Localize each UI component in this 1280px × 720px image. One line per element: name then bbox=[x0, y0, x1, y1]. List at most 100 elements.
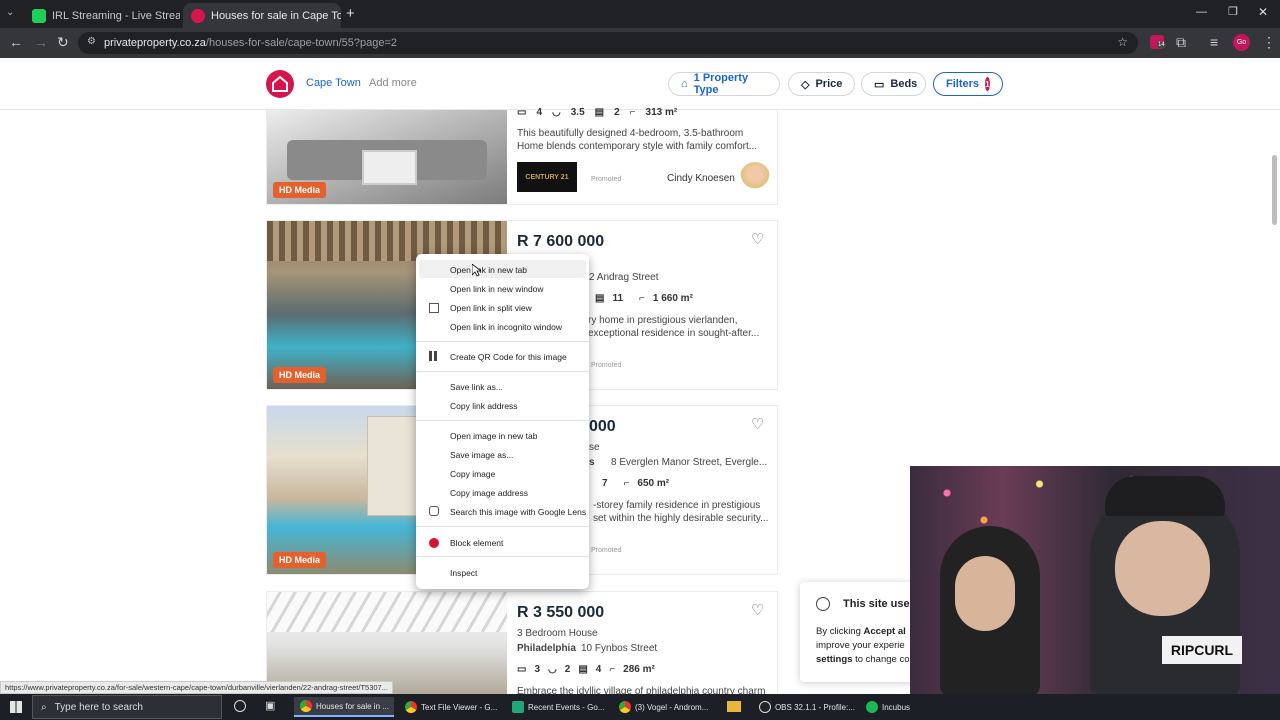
agent-avatar[interactable] bbox=[740, 162, 770, 192]
taskbar-search-box[interactable]: ⌕ Type here to search bbox=[32, 695, 222, 719]
agent-name[interactable]: Cindy Knoesen bbox=[667, 173, 735, 184]
taskbar-item-vogel[interactable]: (3) Vogel - Androm... bbox=[615, 697, 715, 717]
chrome-menu-icon[interactable]: ⋮ bbox=[1262, 34, 1276, 51]
menu-save-image-as[interactable]: Save image as... bbox=[450, 450, 513, 460]
url-host: privateproperty.co.za bbox=[104, 37, 206, 49]
reload-icon[interactable]: ↻ bbox=[57, 34, 69, 51]
site-info-icon[interactable]: ⚙ bbox=[87, 36, 96, 47]
menu-open-image-new-tab[interactable]: Open image in new tab bbox=[450, 431, 537, 441]
taskbar-item-text-viewer[interactable]: Text File Viewer - G... bbox=[401, 697, 501, 717]
tab-irl-streaming[interactable]: IRL Streaming - Live Streams on ✕ bbox=[24, 3, 180, 28]
taskbar-item-chrome[interactable]: Houses for sale in ... bbox=[294, 697, 394, 717]
menu-block-element[interactable]: Block element bbox=[450, 538, 503, 548]
favourite-heart-icon[interactable]: ♡ bbox=[751, 415, 764, 433]
task-view-icon[interactable]: ▣ bbox=[265, 699, 275, 712]
menu-copy-image[interactable]: Copy image bbox=[450, 469, 495, 479]
menu-open-link-new-tab[interactable]: Open link in new tab bbox=[450, 265, 527, 275]
listing-card[interactable]: HD Media ▭ 4 ◡ 3.5 ▤ 2 ⌐ 313 m² This beautif… bbox=[266, 107, 778, 205]
listing-price[interactable]: R 3 550 000 bbox=[517, 604, 604, 622]
cookie-text-line1: By clicking Accept al bbox=[816, 626, 906, 637]
new-tab-icon[interactable]: + bbox=[346, 5, 355, 22]
menu-save-link-as[interactable]: Save link as... bbox=[450, 382, 503, 392]
minimize-icon[interactable]: — bbox=[1196, 6, 1207, 18]
price-filter[interactable]: ◇ Price bbox=[788, 72, 855, 96]
menu-copy-image-address[interactable]: Copy image address bbox=[450, 488, 528, 498]
menu-open-link-incognito[interactable]: Open link in incognito window bbox=[450, 322, 562, 332]
favourite-heart-icon[interactable]: ♡ bbox=[751, 230, 764, 248]
favourite-heart-icon[interactable]: ♡ bbox=[751, 601, 764, 619]
listing-photo[interactable]: HD Media bbox=[267, 110, 507, 204]
page-scrollbar[interactable] bbox=[1272, 155, 1277, 225]
close-window-icon[interactable]: ✕ bbox=[1258, 5, 1268, 19]
house-logo-icon bbox=[272, 76, 288, 92]
cookie-banner: This site use By clicking Accept al impr… bbox=[800, 582, 920, 682]
menu-create-qr-code[interactable]: Create QR Code for this image bbox=[450, 352, 567, 362]
qr-code-icon bbox=[429, 351, 439, 361]
cortana-icon[interactable] bbox=[234, 700, 246, 712]
split-view-icon bbox=[429, 303, 439, 313]
tab-title: IRL Streaming - Live Streams on bbox=[52, 9, 180, 22]
cookie-text-line2: improve your experie bbox=[816, 640, 905, 651]
obs-icon bbox=[759, 701, 771, 713]
menu-copy-link-address[interactable]: Copy link address bbox=[450, 401, 518, 411]
menu-open-link-split-view[interactable]: Open link in split view bbox=[450, 303, 532, 313]
promoted-label: Promoted bbox=[591, 362, 622, 369]
privateproperty-logo[interactable] bbox=[266, 70, 294, 98]
webcam-overlay: RIPCURL bbox=[910, 466, 1280, 694]
car-icon: ▤ bbox=[595, 293, 605, 304]
restore-icon[interactable]: ❐ bbox=[1228, 5, 1238, 18]
tab-houses-for-sale[interactable]: Houses for sale in Cape Town | ✕ bbox=[183, 3, 341, 28]
tag-icon: ◇ bbox=[801, 78, 810, 91]
taskbar-item-recent-events[interactable]: Recent Events - Go... bbox=[508, 697, 608, 717]
bookmark-star-icon[interactable]: ☆ bbox=[1117, 35, 1128, 49]
taskbar-item-obs[interactable]: OBS 32.1.1 - Profile:... bbox=[755, 697, 855, 717]
back-icon[interactable]: ← bbox=[9, 34, 23, 50]
google-lens-icon bbox=[429, 506, 439, 516]
listing-suburb: s bbox=[589, 457, 595, 468]
promoted-label: Promoted bbox=[591, 176, 622, 183]
filters-button[interactable]: Filters 1 bbox=[933, 72, 1003, 96]
cookie-icon bbox=[816, 597, 830, 611]
context-menu: Open link in new tab Open link in new wi… bbox=[416, 254, 589, 589]
beds-filter[interactable]: ▭ Beds bbox=[861, 72, 926, 96]
url-path: /houses-for-sale/cape-town/55?page=2 bbox=[205, 37, 398, 49]
size-icon: ⌐ bbox=[623, 478, 630, 489]
menu-search-google-lens[interactable]: Search this image with Google Lens bbox=[450, 507, 586, 517]
agency-logo[interactable]: CENTURY 21 bbox=[517, 162, 577, 192]
forward-icon[interactable]: → bbox=[34, 34, 48, 50]
cookie-settings-link[interactable]: settings bbox=[816, 654, 852, 665]
spotify-icon bbox=[866, 701, 878, 713]
site-header bbox=[0, 58, 1280, 110]
car-icon: ▤ bbox=[594, 107, 605, 118]
address-bar[interactable]: ⚙ privateproperty.co.za/houses-for-sale/… bbox=[78, 32, 1138, 54]
extension-badge: 14 bbox=[1157, 42, 1166, 48]
windows-start-icon[interactable] bbox=[10, 701, 22, 713]
property-type-filter[interactable]: ⌂ 1 Property Type bbox=[668, 72, 780, 96]
bed-icon: ▭ bbox=[874, 78, 885, 91]
listing-suburb: Philadelphia bbox=[517, 643, 576, 654]
menu-open-link-new-window[interactable]: Open link in new window bbox=[450, 284, 544, 294]
listing-features: ▭ 4 ◡ 3.5 ▤ 2 ⌐ 313 m² bbox=[517, 107, 678, 118]
extension-icon[interactable]: 14 bbox=[1150, 35, 1166, 49]
add-more-input[interactable]: Add more bbox=[369, 77, 417, 89]
listing-description: This beautifully designed 4-bedroom, 3.5… bbox=[517, 128, 758, 152]
chrome-icon bbox=[619, 701, 631, 713]
listing-features: ▭ 3 ◡ 2 ▤ 4 ⌐ 286 m² bbox=[517, 664, 655, 675]
profile-avatar[interactable]: Go bbox=[1233, 34, 1250, 51]
listing-price[interactable]: R 7 600 000 bbox=[517, 233, 604, 251]
filters-count-badge: 1 bbox=[985, 77, 990, 91]
extensions-puzzle-icon[interactable]: ⧉ bbox=[1176, 34, 1186, 51]
listing-address: 8 Everglen Manor Street, Evergle... bbox=[611, 457, 768, 468]
tab-search-icon[interactable]: ⌄ bbox=[6, 7, 14, 18]
file-explorer-icon[interactable] bbox=[727, 701, 741, 712]
listing-price[interactable]: 000 bbox=[589, 418, 616, 436]
listing-card[interactable]: R 3 550 000 ♡ 3 Bedroom House Philadelph… bbox=[266, 591, 778, 697]
size-icon: ⌐ bbox=[629, 107, 636, 118]
size-icon: ⌐ bbox=[609, 664, 616, 675]
bed-icon: ▭ bbox=[517, 664, 527, 675]
location-chip[interactable]: Cape Town bbox=[306, 77, 361, 89]
taskbar-item-spotify[interactable]: Incubus bbox=[862, 697, 912, 717]
menu-inspect[interactable]: Inspect bbox=[450, 568, 477, 578]
kick-favicon-icon bbox=[32, 8, 46, 23]
media-controls-icon[interactable]: ≡ bbox=[1210, 34, 1218, 50]
